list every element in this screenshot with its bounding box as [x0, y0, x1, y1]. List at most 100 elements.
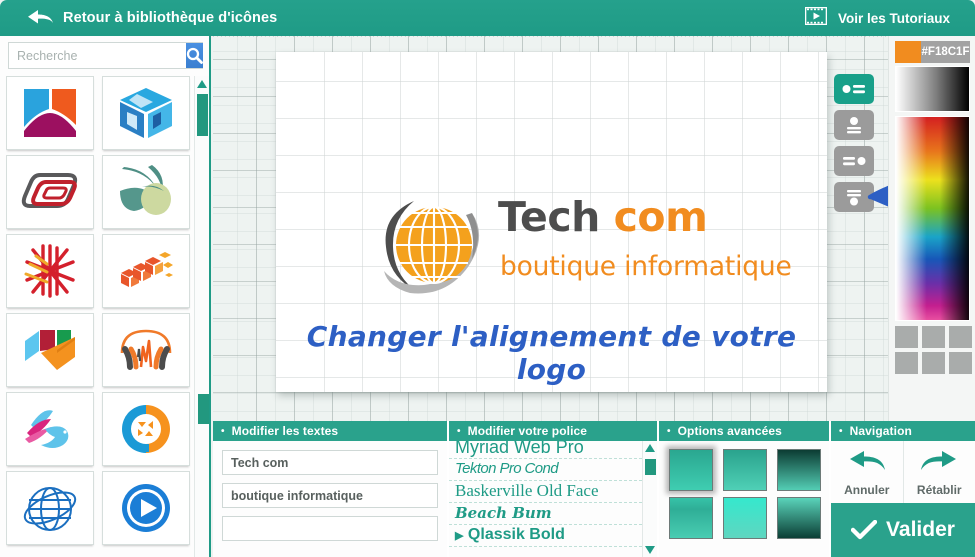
font-item-baskerville-old-face[interactable]: Baskerville Old Face	[449, 481, 657, 503]
style-swatch-5[interactable]	[723, 497, 767, 539]
selected-marker-icon: ▶	[455, 530, 464, 542]
hue-saturation-picker[interactable]	[895, 116, 970, 321]
logo-canvas[interactable]: Tech com boutique informatique Changer l…	[213, 36, 888, 421]
logo-editor-app: Retour à bibliothèque d'icônes Voir les …	[0, 0, 975, 557]
grayscale-ramp[interactable]	[895, 66, 970, 112]
logo-text-dark: Tech	[498, 193, 600, 241]
search-input[interactable]	[9, 43, 186, 68]
font-item-myriad-web-pro[interactable]: Myriad Web Pro	[449, 441, 657, 459]
logo-text-line-2[interactable]	[222, 483, 438, 508]
color-picker-panel: #F18C1F	[888, 36, 975, 421]
icon-thumb-blue-cube[interactable]	[102, 76, 190, 150]
icon-thumb-headphones[interactable]	[102, 313, 190, 387]
saved-swatch-2[interactable]	[922, 326, 945, 348]
check-icon	[851, 520, 878, 540]
search-bar	[8, 42, 203, 69]
icon-thumb-orange-blocks[interactable]	[102, 234, 190, 308]
search-icon	[186, 47, 203, 64]
view-tutorials-button[interactable]: Voir les Tutoriaux	[804, 0, 950, 36]
align-left-button[interactable]	[834, 74, 874, 104]
logo-composition[interactable]: Tech com boutique informatique	[376, 189, 796, 304]
saved-swatches	[895, 326, 972, 374]
icon-thumb-orange-target[interactable]	[102, 392, 190, 466]
font-item-beach-bum[interactable]: Beach Bum	[449, 503, 657, 525]
logo-primary-text[interactable]: Tech com	[498, 193, 708, 241]
panel-edit-font-header: • Modifier votre police	[449, 421, 657, 441]
logo-text-accent: com	[613, 193, 708, 241]
text-fields-group	[213, 441, 447, 541]
bullet-icon: •	[221, 425, 225, 437]
font-item-qlassik-bold-label: Qlassik Bold	[467, 526, 565, 543]
panel-navigation: • Navigation Annuler Rétablir Valider	[831, 421, 975, 557]
font-list-scrollbar[interactable]	[642, 441, 657, 557]
panel-edit-font: • Modifier votre police Myriad Web Pro T…	[449, 421, 659, 557]
icon-thumb-blue-globe[interactable]	[6, 471, 94, 545]
scrollbar-thumb[interactable]	[197, 94, 208, 136]
film-play-icon	[804, 6, 828, 30]
align-bottom-button[interactable]	[834, 182, 874, 212]
panel-advanced-options-title: Options avancées	[677, 424, 782, 438]
saved-swatch-1[interactable]	[895, 326, 918, 348]
logo-text-line-3[interactable]	[222, 516, 438, 541]
back-to-library-label: Retour à bibliothèque d'icônes	[63, 10, 278, 26]
panel-advanced-options-header: • Options avancées	[659, 421, 829, 441]
panel-edit-font-title: Modifier votre police	[467, 424, 588, 438]
view-tutorials-label: Voir les Tutoriaux	[837, 10, 950, 26]
panel-edit-texts: • Modifier les textes	[213, 421, 449, 557]
saved-swatch-5[interactable]	[922, 352, 945, 374]
alignment-toolbar	[834, 74, 878, 218]
saved-swatch-4[interactable]	[895, 352, 918, 374]
panel-edit-texts-title: Modifier les textes	[231, 424, 339, 438]
icon-thumb-shield-fan[interactable]	[6, 76, 94, 150]
icon-thumb-green-atom[interactable]	[102, 155, 190, 229]
logo-card[interactable]: Tech com boutique informatique Changer l…	[276, 52, 827, 392]
icon-thumb-hummingbird[interactable]	[6, 392, 94, 466]
current-color-swatch[interactable]	[895, 41, 921, 63]
saved-swatch-6[interactable]	[949, 352, 972, 374]
redo-button[interactable]: Rétablir	[902, 441, 975, 503]
icon-thumb-red-starburst[interactable]	[6, 234, 94, 308]
logo-text-line-1[interactable]	[222, 450, 438, 475]
icon-library-sidebar	[0, 36, 211, 557]
icon-thumb-color-box[interactable]	[6, 313, 94, 387]
back-to-library-button[interactable]: Retour à bibliothèque d'icônes	[28, 0, 277, 36]
panel-navigation-header: • Navigation	[831, 421, 975, 441]
icon-thumbnail-grid	[6, 76, 192, 552]
redo-arrow-icon	[920, 448, 958, 481]
current-color-row: #F18C1F	[895, 41, 970, 63]
align-center-button[interactable]	[834, 110, 874, 140]
align-right-button[interactable]	[834, 146, 874, 176]
annotation-caption: Changer l'alignement de votre logo	[306, 320, 797, 386]
bullet-icon: •	[457, 425, 461, 437]
top-bar: Retour à bibliothèque d'icônes Voir les …	[0, 0, 975, 36]
triangle-up-icon[interactable]	[645, 444, 655, 452]
panel-navigation-title: Navigation	[849, 424, 912, 438]
scrollbar-thumb[interactable]	[645, 459, 656, 475]
bullet-icon: •	[667, 425, 671, 437]
validate-button[interactable]: Valider	[831, 503, 975, 557]
panel-edit-texts-header: • Modifier les textes	[213, 421, 447, 441]
style-swatch-3[interactable]	[777, 449, 821, 491]
scrollbar-thumb-secondary[interactable]	[198, 394, 209, 424]
icon-thumb-red-loop[interactable]	[6, 155, 94, 229]
undo-arrow-icon	[848, 448, 886, 481]
logo-secondary-text[interactable]: boutique informatique	[500, 251, 792, 282]
validate-label: Valider	[886, 518, 955, 541]
font-list[interactable]: Myriad Web Pro Tekton Pro Cond Baskervil…	[449, 441, 657, 557]
style-swatch-4[interactable]	[669, 497, 713, 539]
font-item-tekton-pro-cond[interactable]: Tekton Pro Cond	[449, 459, 657, 481]
triangle-up-icon[interactable]	[197, 80, 207, 88]
undo-button[interactable]: Annuler	[831, 441, 903, 503]
style-swatch-6[interactable]	[777, 497, 821, 539]
bottom-toolbar: • Modifier les textes • Modifier votre p…	[213, 421, 975, 557]
search-button[interactable]	[186, 43, 203, 68]
icon-thumb-play-circle[interactable]	[102, 471, 190, 545]
sidebar-scrollbar[interactable]	[194, 76, 209, 557]
globe-swoosh-logo	[376, 191, 488, 306]
saved-swatch-3[interactable]	[949, 326, 972, 348]
triangle-down-icon[interactable]	[645, 546, 655, 554]
style-swatch-1[interactable]	[669, 449, 713, 491]
panel-advanced-options: • Options avancées	[659, 421, 831, 557]
font-item-qlassik-bold[interactable]: ▶ Qlassik Bold	[449, 525, 657, 547]
style-swatch-2[interactable]	[723, 449, 767, 491]
